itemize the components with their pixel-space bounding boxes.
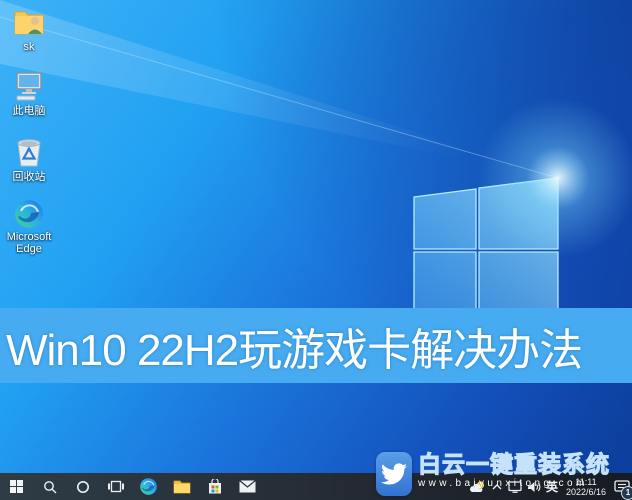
mail-envelope-icon — [239, 480, 256, 493]
mail-button[interactable] — [231, 473, 264, 500]
taskbar-edge-button[interactable] — [132, 473, 165, 500]
desktop-icon-label: 此电脑 — [13, 105, 46, 117]
desktop-icon-label: sk — [24, 41, 35, 53]
user-folder-icon — [11, 4, 47, 40]
windows-start-icon — [10, 480, 23, 493]
start-button[interactable] — [0, 473, 33, 500]
windows-desktop: sk 此电脑 回收站 — [0, 0, 632, 500]
recycle-bin-icon — [11, 134, 47, 170]
brand-logo-tile — [376, 452, 412, 496]
brand-text-block: 白云一键重装系统 www.baiyunxitong.com — [418, 452, 632, 496]
desktop-icon-recycle-bin[interactable]: 回收站 — [2, 134, 56, 183]
desktop-icon-user-folder[interactable]: sk — [2, 4, 56, 53]
task-view-button[interactable] — [99, 473, 132, 500]
file-explorer-button[interactable] — [165, 473, 198, 500]
edge-browser-icon — [13, 198, 45, 230]
store-button[interactable] — [198, 473, 231, 500]
wallpaper-hero — [0, 0, 632, 500]
headline-banner: Win10 22H2玩游戏卡解决办法 — [0, 308, 632, 383]
twitter-bird-icon — [381, 461, 407, 487]
desktop-icon-label: Microsoft Edge — [2, 231, 56, 255]
task-view-icon — [108, 480, 124, 493]
this-pc-icon — [11, 68, 47, 104]
taskbar-cortana-button[interactable] — [66, 473, 99, 500]
desktop-icon-this-pc[interactable]: 此电脑 — [2, 68, 56, 117]
desktop-icon-edge[interactable]: Microsoft Edge — [2, 198, 56, 255]
brand-url: www.baiyunxitong.com — [418, 478, 632, 489]
taskbar-search-button[interactable] — [33, 473, 66, 500]
folder-icon — [173, 479, 191, 494]
brand-watermark: 白云一键重装系统 www.baiyunxitong.com — [376, 452, 632, 496]
microsoft-store-icon — [207, 479, 223, 495]
taskbar-buttons — [0, 473, 264, 500]
headline-text: Win10 22H2玩游戏卡解决办法 — [0, 314, 582, 378]
edge-browser-icon — [139, 477, 158, 496]
search-icon — [43, 480, 57, 494]
brand-name: 白云一键重装系统 — [418, 452, 632, 477]
cortana-circle-icon — [76, 480, 90, 494]
desktop-icon-label: 回收站 — [13, 171, 46, 183]
